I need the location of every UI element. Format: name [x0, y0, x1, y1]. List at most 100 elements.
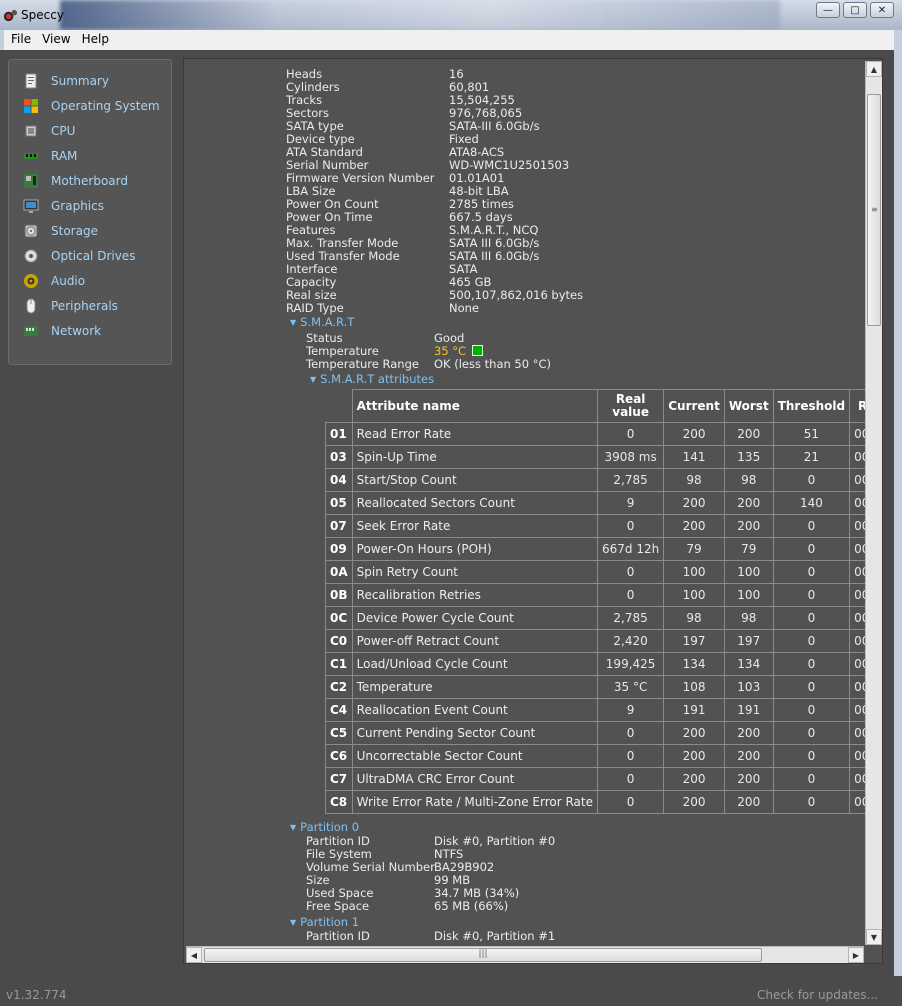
table-row[interactable]: C0Power-off Retract Count2,4201971970000… [325, 629, 882, 653]
sidebar-item-storage[interactable]: Storage [23, 220, 98, 242]
attribute-worst: 200 [723, 767, 774, 791]
table-row[interactable]: 0BRecalibration Retries010010000000 [325, 583, 882, 607]
attribute-name: Seek Error Rate [351, 514, 599, 538]
vertical-scrollbar[interactable]: ▲ ≡ ▼ [865, 61, 882, 945]
attribute-real-value: 9 [596, 491, 665, 515]
attribute-threshold: 0 [772, 652, 851, 676]
attribute-name: Uncorrectable Sector Count [351, 744, 599, 768]
attribute-id: 09 [325, 537, 353, 561]
property-value: 65 MB (66%) [434, 899, 509, 913]
table-row[interactable]: 01Read Error Rate0200200510000 [325, 422, 882, 446]
smart-section-header[interactable]: ▼ S.M.A.R.T [290, 315, 354, 329]
attribute-id: C4 [325, 698, 353, 722]
table-row[interactable]: C2Temperature35 °C10810300000 [325, 675, 882, 699]
sidebar-item-optical-drives[interactable]: Optical Drives [23, 245, 135, 267]
attribute-real-value: 0 [596, 721, 665, 745]
attribute-name: Reallocation Event Count [351, 698, 599, 722]
windows-logo-icon [23, 98, 39, 114]
horizontal-scrollbar[interactable]: ◀ ||| ▶ [186, 946, 864, 963]
attribute-name: Temperature [351, 675, 599, 699]
sidebar-item-label: RAM [51, 149, 78, 163]
table-row[interactable]: 03Spin-Up Time3908 ms141135210000 [325, 445, 882, 469]
attribute-threshold: 0 [772, 606, 851, 630]
attribute-name: Write Error Rate / Multi-Zone Error Rate [351, 790, 599, 814]
scroll-down-icon[interactable]: ▼ [866, 929, 882, 945]
attribute-real-value: 0 [596, 514, 665, 538]
column-header-worst[interactable]: Worst [723, 389, 774, 423]
scroll-right-icon[interactable]: ▶ [848, 947, 864, 963]
attribute-worst: 135 [723, 445, 774, 469]
table-row[interactable]: 0CDevice Power Cycle Count2,785989800000 [325, 606, 882, 630]
menu-bar: File View Help [0, 30, 894, 50]
ram-module-icon [23, 148, 39, 164]
maximize-button[interactable]: □ [843, 2, 867, 18]
sidebar-item-cpu[interactable]: CPU [23, 120, 75, 142]
attribute-id: C2 [325, 675, 353, 699]
attribute-real-value: 667d 12h [596, 537, 665, 561]
version-label: v1.32.774 [6, 988, 67, 1002]
sidebar-item-summary[interactable]: Summary [23, 70, 109, 92]
attribute-name: Reallocated Sectors Count [351, 491, 599, 515]
sidebar-item-operating-system[interactable]: Operating System [23, 95, 160, 117]
hard-drive-icon [23, 223, 39, 239]
sidebar-item-graphics[interactable]: Graphics [23, 195, 104, 217]
table-row[interactable]: 04Start/Stop Count2,785989800000 [325, 468, 882, 492]
collapse-triangle-icon: ▼ [290, 318, 297, 327]
column-header-threshold[interactable]: Threshold [772, 389, 851, 423]
attribute-current: 200 [663, 721, 725, 745]
column-header-current[interactable]: Current [663, 389, 725, 423]
table-row[interactable]: C1Load/Unload Cycle Count199,42513413400… [325, 652, 882, 676]
table-row[interactable]: 09Power-On Hours (POH)667d 12h797900000 [325, 537, 882, 561]
table-row[interactable]: C6Uncorrectable Sector Count020020000000 [325, 744, 882, 768]
vertical-scroll-thumb[interactable]: ≡ [867, 94, 881, 326]
attribute-id: 07 [325, 514, 353, 538]
table-row[interactable]: C7UltraDMA CRC Error Count020020000000 [325, 767, 882, 791]
table-row[interactable]: C4Reallocation Event Count919119100000 [325, 698, 882, 722]
sidebar-item-motherboard[interactable]: Motherboard [23, 170, 128, 192]
scroll-up-icon[interactable]: ▲ [866, 61, 882, 77]
attribute-threshold: 51 [772, 422, 851, 446]
menu-view[interactable]: View [38, 30, 74, 48]
scroll-left-icon[interactable]: ◀ [186, 947, 202, 963]
table-row[interactable]: 0ASpin Retry Count010010000000 [325, 560, 882, 584]
partition-0-header[interactable]: ▼ Partition 0 [290, 820, 359, 834]
attribute-name: Device Power Cycle Count [351, 606, 599, 630]
attribute-name: Spin Retry Count [351, 560, 599, 584]
attribute-name: Power-On Hours (POH) [351, 537, 599, 561]
column-header-real-value[interactable]: Real value [596, 389, 665, 423]
sidebar-item-label: CPU [51, 124, 76, 138]
attribute-id: C8 [325, 790, 353, 814]
attribute-real-value: 2,785 [596, 606, 665, 630]
attribute-current: 200 [663, 790, 725, 814]
table-row[interactable]: C5Current Pending Sector Count0200200000… [325, 721, 882, 745]
sidebar-item-audio[interactable]: Audio [23, 270, 85, 292]
attribute-worst: 100 [723, 583, 774, 607]
attribute-id: 01 [325, 422, 353, 446]
attribute-id: 0B [325, 583, 353, 607]
sidebar-item-peripherals[interactable]: Peripherals [23, 295, 118, 317]
column-header-attribute-name[interactable]: Attribute name [351, 389, 599, 423]
details-panel: ▼ S.M.A.R.T Status Good Temperature 35 °C T… [183, 58, 883, 964]
table-row[interactable]: C8 Write Error Rate / Multi-Zone Error Ra… [325, 790, 882, 814]
partition-1-header[interactable]: ▼ Partition 1 [290, 915, 359, 929]
smart-attributes-header[interactable]: ▼ S.M.A.R.T attributes [310, 372, 434, 386]
attribute-real-value: 0 [596, 422, 665, 446]
table-row[interactable]: 05Reallocated Sectors Count9200200140000… [325, 491, 882, 515]
menu-file[interactable]: File [7, 30, 35, 48]
attribute-id: 04 [325, 468, 353, 492]
table-row[interactable]: 07Seek Error Rate020020000000 [325, 514, 882, 538]
check-updates-link[interactable]: Check for updates... [757, 988, 878, 1002]
attribute-current: 197 [663, 629, 725, 653]
attribute-name: Read Error Rate [351, 422, 599, 446]
horizontal-scroll-thumb[interactable]: ||| [204, 948, 762, 962]
window-title: Speccy [21, 8, 64, 22]
speccy-logo-icon [3, 9, 18, 22]
minimize-button[interactable]: — [816, 2, 840, 18]
attribute-current: 100 [663, 560, 725, 584]
close-button[interactable]: ✕ [870, 2, 894, 18]
attribute-worst: 98 [723, 606, 774, 630]
attribute-id: C0 [325, 629, 353, 653]
sidebar-item-network[interactable]: Network [23, 320, 101, 342]
sidebar-item-ram[interactable]: RAM [23, 145, 77, 167]
menu-help[interactable]: Help [78, 30, 113, 48]
